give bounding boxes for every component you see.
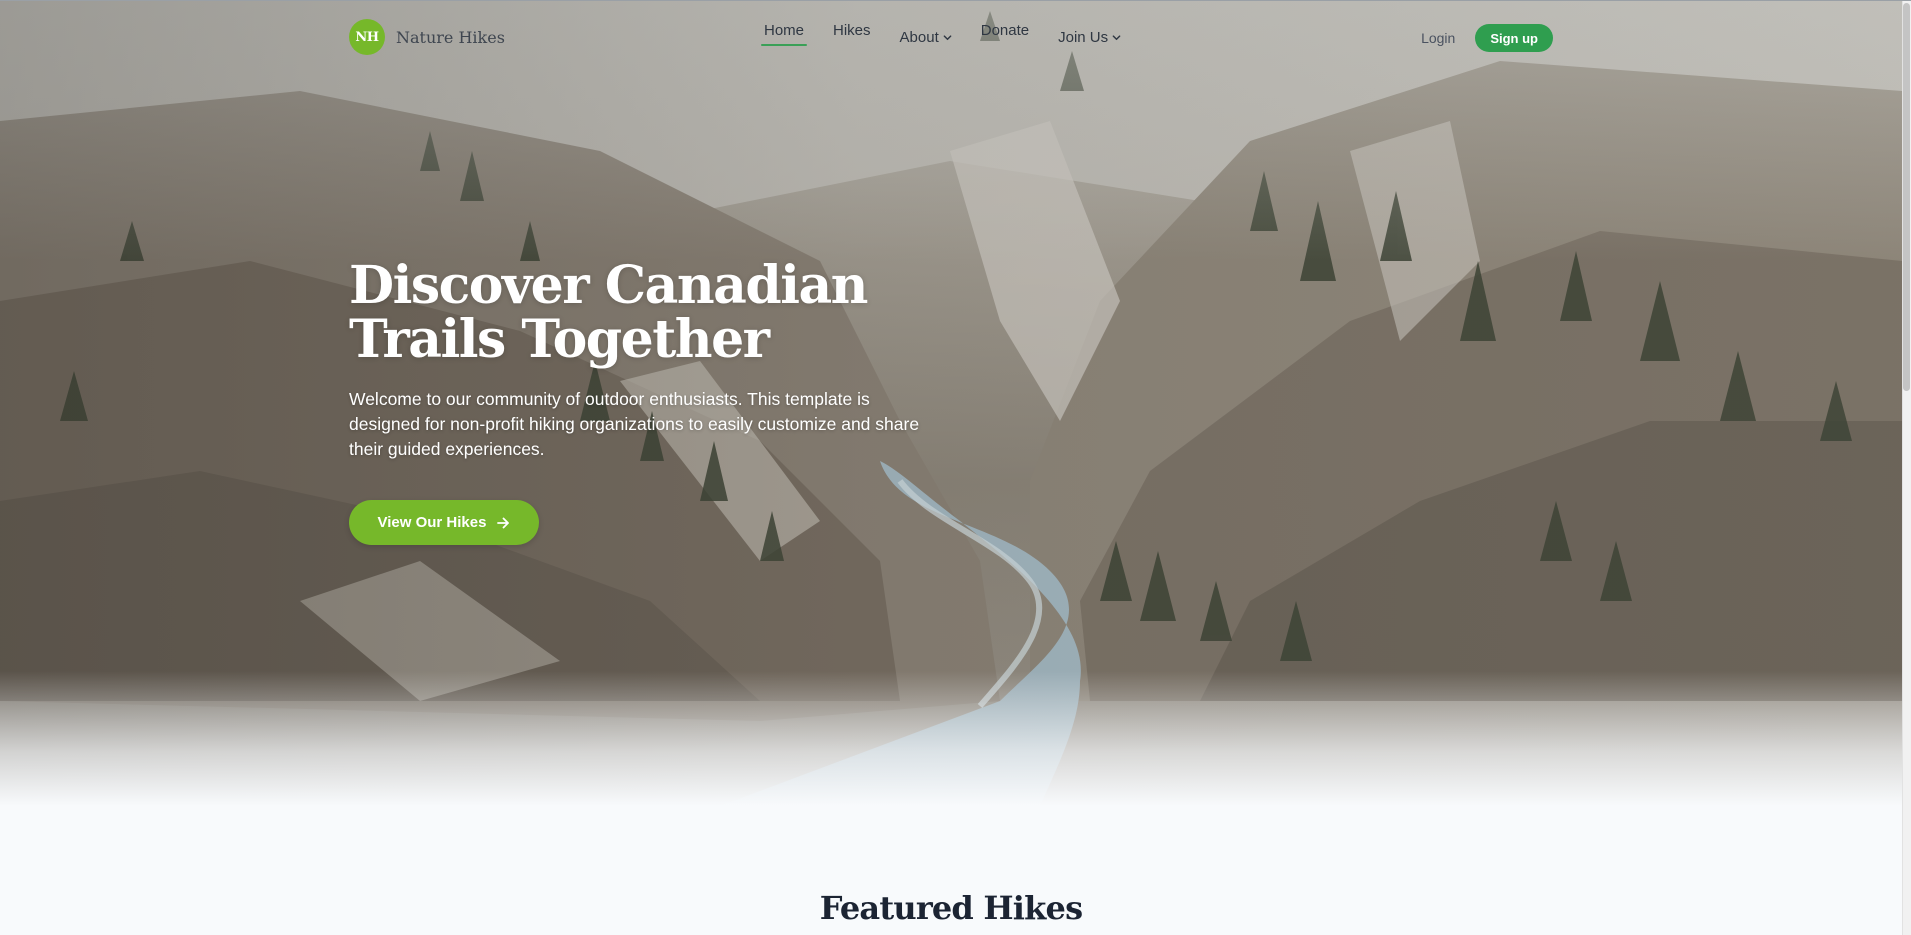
brand-badge: NH	[349, 19, 385, 55]
hero-bottom-fade	[0, 671, 1902, 806]
nav-item-donate-label: Donate	[980, 22, 1030, 39]
signup-button[interactable]: Sign up	[1475, 24, 1553, 52]
featured-hikes-heading: Featured Hikes	[819, 889, 1083, 927]
scrollbar-thumb[interactable]	[1903, 3, 1910, 391]
arrow-right-icon	[497, 517, 510, 528]
hero-title: Discover Canadian Trails Together	[349, 255, 868, 370]
nav-item-donate[interactable]: Donate	[981, 19, 1029, 39]
nav-item-hikes-label: Hikes	[833, 22, 871, 39]
nav-item-about-label: About	[899, 29, 939, 46]
brand-name: Nature Hikes	[396, 27, 505, 47]
main-menu: Home Hikes About Donate Join Us	[760, 19, 1150, 59]
login-link[interactable]: Login	[1421, 30, 1455, 46]
top-navbar: NH Nature Hikes Home Hikes About Donate …	[349, 19, 1553, 59]
view-hikes-button-label: View Our Hikes	[377, 514, 487, 531]
hero-subtitle: Welcome to our community of outdoor enth…	[349, 389, 920, 459]
auth-controls: Login Sign up	[1421, 24, 1553, 52]
brand-logo-link[interactable]: NH Nature Hikes	[349, 19, 505, 55]
page: NH Nature Hikes Home Hikes About Donate …	[0, 0, 1911, 935]
nav-item-join-us[interactable]: Join Us	[1058, 19, 1121, 46]
nav-item-hikes[interactable]: Hikes	[833, 19, 871, 39]
nav-item-home-label: Home	[764, 22, 805, 39]
nav-item-about[interactable]: About	[900, 19, 952, 46]
nav-item-home[interactable]: Home	[760, 19, 808, 46]
hero-content: Discover Canadian Trails Together Welcom…	[349, 259, 989, 545]
view-hikes-button[interactable]: View Our Hikes	[349, 500, 539, 545]
chevron-down-icon	[943, 35, 952, 41]
nav-item-join-us-label: Join Us	[1058, 29, 1109, 46]
chevron-down-icon	[1112, 35, 1121, 41]
page-scrollbar[interactable]	[1902, 1, 1911, 935]
